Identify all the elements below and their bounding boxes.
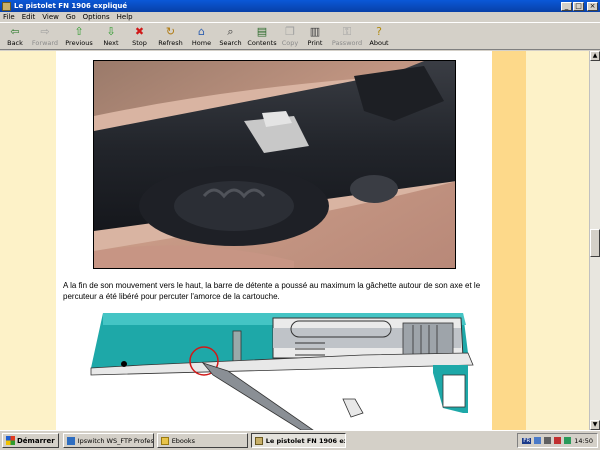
tray-volume-icon[interactable] [544,437,552,444]
copy-icon: ❐ [285,25,295,38]
system-tray: FR 14:50 [517,433,598,448]
windows-logo-icon [6,436,15,445]
clock: 14:50 [574,436,593,445]
window-controls: _ □ × [561,1,598,11]
search-label: Search [219,39,242,47]
password-button[interactable]: ⚿ Password [328,23,366,49]
forward-button[interactable]: ⇨ Forward [28,23,62,49]
taskbar-item-ebooks[interactable]: Ebooks [156,433,248,448]
next-icon: ⇩ [106,25,116,38]
mechanism-diagram [63,313,491,430]
contents-icon: ▤ [256,25,268,38]
page-margin-left [0,51,56,430]
menu-bar: File Edit View Go Options Help [0,12,600,23]
home-button[interactable]: ⌂ Home [188,23,215,49]
pistol-photo-image [94,61,455,268]
stop-icon: ✖ [134,25,145,38]
refresh-button[interactable]: ↻ Refresh [153,23,188,49]
toolbar: ⇦ Back ⇨ Forward ⇧ Previous ⇩ Next ✖ Stop ↻ Refresh… [0,23,600,50]
refresh-label: Refresh [158,39,183,47]
home-label: Home [191,39,212,47]
forward-icon: ⇨ [40,25,50,38]
scroll-down-arrow-icon[interactable]: ▼ [590,420,600,430]
about-button[interactable]: ? About [366,23,392,49]
scroll-thumb[interactable] [590,229,600,257]
minimize-button[interactable]: _ [561,1,572,11]
vertical-scrollbar[interactable]: ▲ ▼ [589,51,600,430]
copy-label: Copy [281,39,299,47]
menu-help[interactable]: Help [117,13,133,21]
home-icon: ⌂ [198,25,205,38]
title-bar: Le pistolet FN 1906 expliqué _ □ × [0,0,600,12]
back-button[interactable]: ⇦ Back [2,23,28,49]
close-button[interactable]: × [587,1,598,11]
book-app-icon [254,436,263,445]
about-label: About [369,39,389,47]
tray-shield-icon[interactable] [554,437,562,444]
print-label: Print [307,39,323,47]
window-title: Le pistolet FN 1906 expliqué [14,2,128,10]
page-body: A la fin de son mouvement vers le haut, … [56,51,492,430]
content-area: A la fin de son mouvement vers le haut, … [0,51,589,430]
contents-button[interactable]: ▤ Contents [246,23,278,49]
password-icon: ⚿ [342,25,352,38]
tray-network-icon[interactable] [534,437,542,444]
back-icon: ⇦ [10,25,20,38]
page-decor-band [492,51,526,430]
previous-label: Previous [65,39,93,47]
menu-go[interactable]: Go [66,13,76,21]
start-label: Démarrer [17,436,55,445]
photo-caption: A la fin de son mouvement vers le haut, … [63,281,481,301]
about-icon: ? [376,25,382,38]
previous-icon: ⇧ [74,25,84,38]
password-label: Password [331,39,363,47]
taskbar-item-label: Ebooks [171,436,196,445]
taskbar-item-label: Le pistolet FN 1906 ex... [265,436,345,445]
menu-view[interactable]: View [42,13,59,21]
folder-icon [160,436,169,445]
ftp-app-icon [66,436,75,445]
print-icon: ▥ [309,25,321,38]
next-button[interactable]: ⇩ Next [96,23,126,49]
page-margin-right [526,51,589,430]
previous-button[interactable]: ⇧ Previous [62,23,96,49]
back-label: Back [7,39,23,47]
search-icon: ⌕ [227,25,234,38]
taskbar: Démarrer Ipswitch WS_FTP Profes... Ebook… [0,430,600,450]
refresh-icon: ↻ [165,25,176,38]
taskbar-item-label: Ipswitch WS_FTP Profes... [77,436,154,445]
forward-label: Forward [31,39,59,47]
copy-button[interactable]: ❐ Copy [278,23,302,49]
language-indicator[interactable]: FR [522,437,532,444]
taskbar-item-wsftp[interactable]: Ipswitch WS_FTP Profes... [62,433,154,448]
print-button[interactable]: ▥ Print [302,23,328,49]
maximize-button[interactable]: □ [573,1,584,11]
next-label: Next [103,39,119,47]
scroll-up-arrow-icon[interactable]: ▲ [590,51,600,61]
stop-button[interactable]: ✖ Stop [126,23,153,49]
start-button[interactable]: Démarrer [2,433,59,448]
pistol-photo [93,60,456,269]
stop-label: Stop [132,39,147,47]
search-button[interactable]: ⌕ Search [215,23,246,49]
taskbar-item-fn1906[interactable]: Le pistolet FN 1906 ex... [250,433,346,448]
tray-app-icon[interactable] [564,437,572,444]
contents-label: Contents [247,39,277,47]
menu-options[interactable]: Options [83,13,110,21]
app-icon [2,1,11,11]
menu-file[interactable]: File [3,13,15,21]
menu-edit[interactable]: Edit [22,13,36,21]
mechanism-diagram-image [90,313,474,430]
